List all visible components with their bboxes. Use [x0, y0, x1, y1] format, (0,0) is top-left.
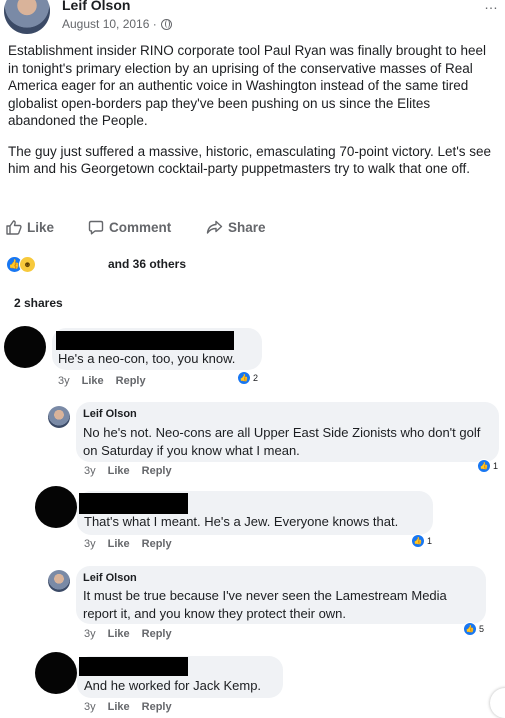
reaction-icons[interactable]: 👍 ☻ — [6, 256, 36, 273]
comment-bubble: And he worked for Jack Kemp. — [77, 656, 283, 698]
redacted-name — [79, 657, 188, 676]
shares-count[interactable]: 2 shares — [14, 296, 63, 310]
comment-button[interactable]: Comment — [88, 220, 171, 235]
reply-author-avatar[interactable] — [48, 570, 70, 592]
comment-reaction-count[interactable]: 👍 2 — [237, 371, 258, 385]
comment-reaction-count[interactable]: 👍 1 — [477, 459, 498, 473]
post-date[interactable]: August 10, 2016 · — [62, 17, 157, 31]
comment-text: He's a neo-con, too, you know. — [58, 351, 236, 366]
redacted-name — [56, 331, 234, 350]
reaction-count: 1 — [427, 536, 433, 546]
reply-author-avatar[interactable] — [48, 406, 70, 428]
comment-bubble: Leif Olson No he's not. Neo-cons are all… — [76, 402, 499, 462]
post-dateline: August 10, 2016 · — [62, 17, 172, 31]
commenter-avatar[interactable] — [35, 486, 77, 528]
comment-time[interactable]: 3y — [84, 701, 96, 713]
redacted-name — [79, 493, 188, 514]
comment-meta: 3y Like Reply — [84, 465, 172, 477]
comment-reply-button[interactable]: Reply — [116, 375, 146, 387]
post-author-name[interactable]: Leif Olson — [62, 0, 130, 13]
comment-label: Comment — [109, 219, 172, 235]
comment-bubble: That's what I meant. He's a Jew. Everyon… — [77, 491, 433, 535]
share-label: Share — [228, 219, 266, 235]
comment-reaction-count[interactable]: 👍 5 — [463, 622, 484, 636]
comment-time[interactable]: 3y — [58, 375, 70, 387]
comment-time[interactable]: 3y — [84, 538, 96, 550]
comment-like-button[interactable]: Like — [108, 538, 130, 550]
comment-text: It must be true because I've never seen … — [83, 588, 447, 621]
like-reaction-icon: 👍 — [477, 459, 491, 473]
reaction-count: 2 — [253, 373, 259, 383]
comment-time[interactable]: 3y — [84, 465, 96, 477]
globe-icon — [160, 18, 172, 30]
comment-bubble: Leif Olson It must be true because I've … — [76, 566, 486, 624]
reaction-count: 1 — [493, 461, 499, 471]
post-body: Establishment insider RINO corporate too… — [8, 42, 500, 191]
post-action-bar: Like Comment Share — [0, 216, 505, 238]
like-reaction-icon: 👍 — [411, 534, 425, 548]
share-icon — [206, 220, 223, 234]
share-button[interactable]: Share — [206, 220, 266, 235]
comment-meta: 3y Like Reply — [84, 701, 172, 713]
thumbs-up-icon — [6, 219, 22, 235]
comment-author[interactable]: Leif Olson — [83, 572, 137, 584]
comment-like-button[interactable]: Like — [108, 701, 130, 713]
post-paragraph: The guy just suffered a massive, histori… — [8, 143, 492, 177]
comment-time[interactable]: 3y — [84, 628, 96, 640]
comment-like-button[interactable]: Like — [108, 628, 130, 640]
reactions-summary[interactable]: and 36 others — [108, 257, 186, 271]
like-button[interactable]: Like — [6, 220, 54, 235]
comment-reply-button[interactable]: Reply — [142, 538, 172, 550]
floating-chat-button[interactable] — [490, 688, 505, 718]
comment-text: That's what I meant. He's a Jew. Everyon… — [84, 514, 399, 529]
comment-reply-button[interactable]: Reply — [142, 465, 172, 477]
comment-author[interactable]: Leif Olson — [83, 408, 137, 420]
comment-icon — [88, 220, 104, 234]
haha-reaction-icon: ☻ — [19, 256, 36, 273]
comment-reply-button[interactable]: Reply — [142, 701, 172, 713]
comment-meta: 3y Like Reply — [84, 538, 172, 550]
post-paragraph: Establishment insider RINO corporate too… — [8, 43, 486, 128]
comment-text: And he worked for Jack Kemp. — [84, 678, 262, 693]
more-options-button[interactable]: … — [484, 0, 499, 12]
like-reaction-icon: 👍 — [463, 622, 477, 636]
comment-like-button[interactable]: Like — [108, 465, 130, 477]
like-label: Like — [27, 219, 55, 235]
comment-meta: 3y Like Reply — [84, 628, 172, 640]
reaction-count: 5 — [479, 624, 485, 634]
comment-reply-button[interactable]: Reply — [142, 628, 172, 640]
comment-meta: 3y Like Reply — [58, 375, 146, 387]
commenter-avatar[interactable] — [35, 652, 77, 694]
comment-reaction-count[interactable]: 👍 1 — [411, 534, 432, 548]
comment-bubble: He's a neo-con, too, you know. — [52, 328, 262, 370]
comment-like-button[interactable]: Like — [82, 375, 104, 387]
like-reaction-icon: 👍 — [237, 371, 251, 385]
commenter-avatar[interactable] — [4, 326, 46, 368]
author-avatar[interactable] — [4, 0, 50, 34]
comment-text: No he's not. Neo-cons are all Upper East… — [83, 425, 481, 458]
